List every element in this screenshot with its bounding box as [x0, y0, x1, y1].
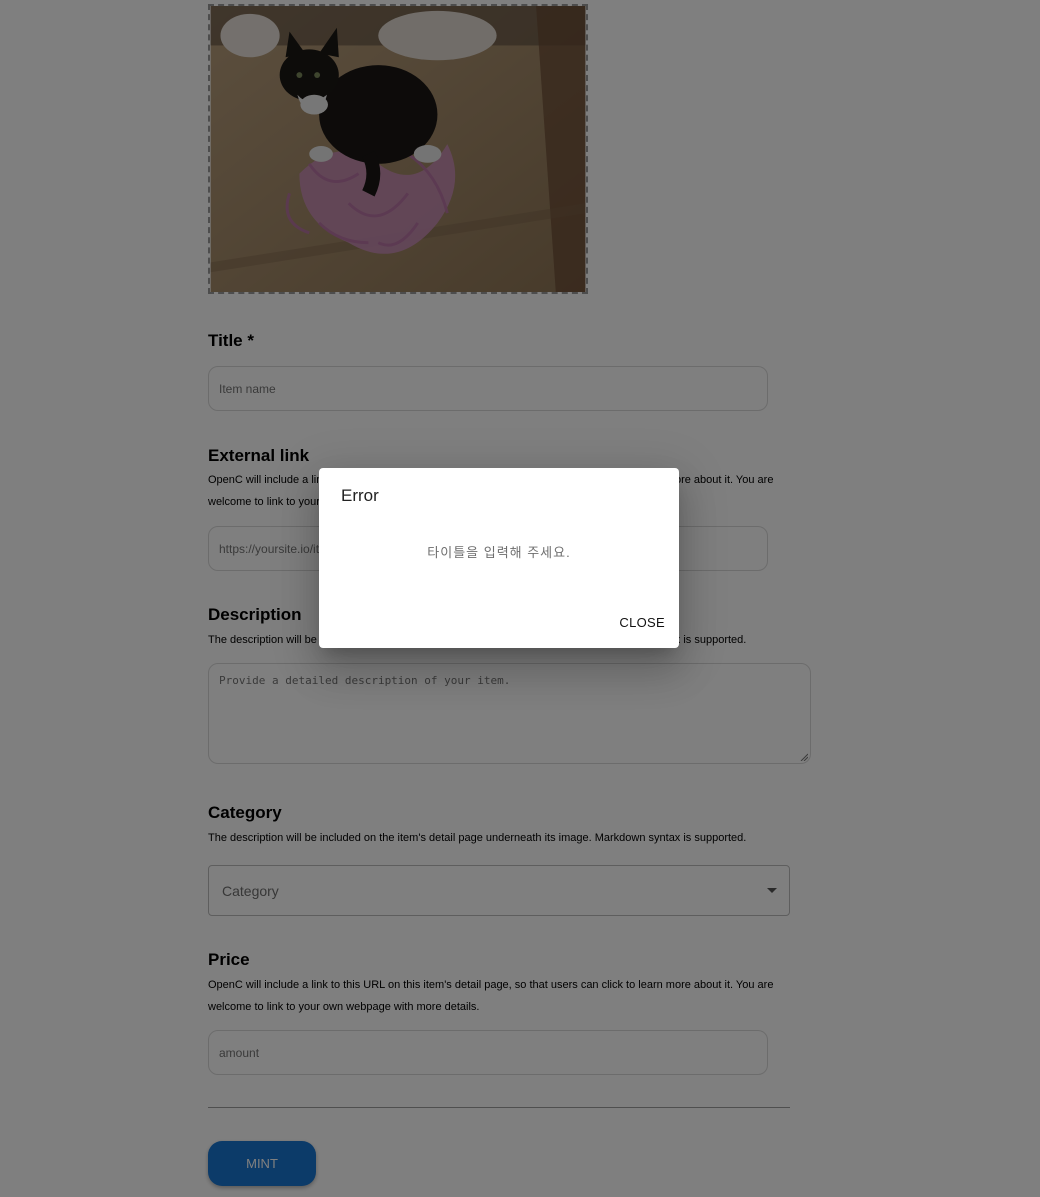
dialog-message: 타이틀을 입력해 주세요. [427, 545, 571, 560]
dialog-title: Error [341, 486, 379, 505]
close-button[interactable]: CLOSE [619, 615, 665, 630]
error-dialog: Error 타이틀을 입력해 주세요. CLOSE [319, 468, 679, 648]
